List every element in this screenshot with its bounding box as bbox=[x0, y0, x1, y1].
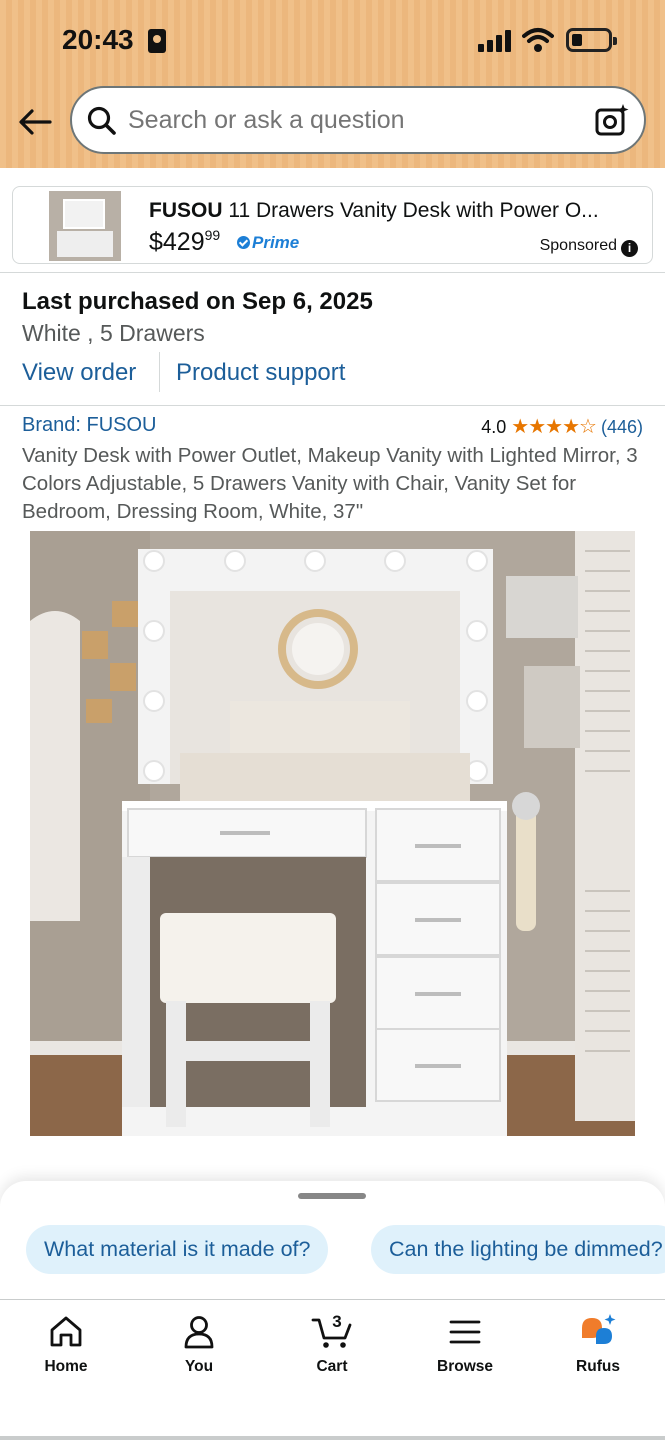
prime-check-icon bbox=[237, 236, 250, 249]
purchased-variant: White , 5 Drawers bbox=[22, 320, 205, 346]
sim-icon bbox=[148, 29, 166, 53]
nav-rufus[interactable]: Rufus bbox=[543, 1314, 653, 1376]
nav-bottom-edge bbox=[0, 1436, 665, 1440]
rating-summary[interactable]: 4.0 ★★★★☆ (446) bbox=[481, 414, 643, 439]
prime-label: Prime bbox=[252, 233, 300, 252]
cart-count: 3 bbox=[332, 1312, 342, 1331]
sponsored-price-dollars: $429 bbox=[149, 228, 205, 256]
sponsored-title-text: 11 Drawers Vanity Desk with Power O... bbox=[228, 199, 599, 222]
divider bbox=[0, 405, 665, 406]
sponsored-product-title: FUSOU 11 Drawers Vanity Desk with Power … bbox=[149, 199, 629, 223]
link-separator bbox=[159, 352, 160, 392]
sponsored-product-banner[interactable]: FUSOU 11 Drawers Vanity Desk with Power … bbox=[12, 186, 653, 264]
battery-icon bbox=[566, 28, 617, 52]
rating-value: 4.0 bbox=[481, 417, 507, 437]
app-header: 20:43 bbox=[0, 0, 665, 168]
last-purchased-title: Last purchased on Sep 6, 2025 bbox=[22, 288, 373, 315]
sponsored-label-text: Sponsored bbox=[539, 237, 617, 254]
user-icon bbox=[184, 1316, 214, 1349]
review-count: (446) bbox=[600, 417, 643, 437]
bottom-nav: Home You 3 Cart Browse Rufus bbox=[0, 1299, 665, 1440]
home-icon bbox=[50, 1316, 82, 1347]
camera-search-icon[interactable] bbox=[594, 102, 630, 138]
nav-browse[interactable]: Browse bbox=[410, 1314, 520, 1376]
product-image[interactable] bbox=[30, 531, 635, 1136]
status-bar: 20:43 bbox=[0, 0, 665, 80]
rufus-icon bbox=[582, 1314, 616, 1344]
nav-you-label: You bbox=[184, 1358, 214, 1375]
rufus-suggestion-sheet: What material is it made of? Can the lig… bbox=[0, 1181, 665, 1299]
vanity-desk-illustration bbox=[30, 531, 635, 1136]
drag-handle[interactable] bbox=[298, 1193, 366, 1199]
back-arrow-icon[interactable] bbox=[16, 104, 54, 140]
prime-badge: Prime bbox=[237, 233, 299, 253]
sponsored-price: $42999 bbox=[149, 227, 220, 257]
nav-cart[interactable]: 3 Cart bbox=[277, 1312, 387, 1376]
nav-home-label: Home bbox=[44, 1358, 88, 1375]
search-input[interactable] bbox=[128, 106, 568, 135]
nav-cart-label: Cart bbox=[316, 1358, 348, 1375]
info-icon[interactable]: i bbox=[621, 240, 638, 257]
sponsored-brand: FUSOU bbox=[149, 199, 223, 222]
menu-icon bbox=[449, 1320, 481, 1344]
nav-home[interactable]: Home bbox=[11, 1314, 121, 1376]
search-icon bbox=[87, 106, 116, 135]
signal-icon bbox=[478, 30, 514, 52]
sponsored-price-cents: 99 bbox=[204, 227, 221, 243]
search-bar[interactable] bbox=[70, 86, 646, 154]
divider bbox=[0, 272, 665, 273]
sponsored-label[interactable]: Sponsored i bbox=[540, 237, 638, 257]
product-support-link[interactable]: Product support bbox=[176, 359, 345, 387]
view-order-link[interactable]: View order bbox=[22, 359, 136, 387]
nav-browse-label: Browse bbox=[437, 1358, 493, 1375]
brand-link[interactable]: Brand: FUSOU bbox=[22, 414, 156, 437]
wifi-icon bbox=[522, 28, 554, 52]
rufus-question-chip[interactable]: Can the lighting be dimmed? bbox=[371, 1225, 665, 1274]
status-time: 20:43 bbox=[62, 24, 134, 55]
rufus-question-chip[interactable]: What material is it made of? bbox=[26, 1225, 329, 1274]
product-title: Vanity Desk with Power Outlet, Makeup Va… bbox=[22, 444, 638, 523]
nav-you[interactable]: You bbox=[144, 1314, 254, 1376]
nav-rufus-label: Rufus bbox=[576, 1358, 620, 1375]
sponsored-product-thumbnail bbox=[49, 191, 121, 261]
star-rating-icon: ★★★★☆ bbox=[511, 416, 597, 438]
